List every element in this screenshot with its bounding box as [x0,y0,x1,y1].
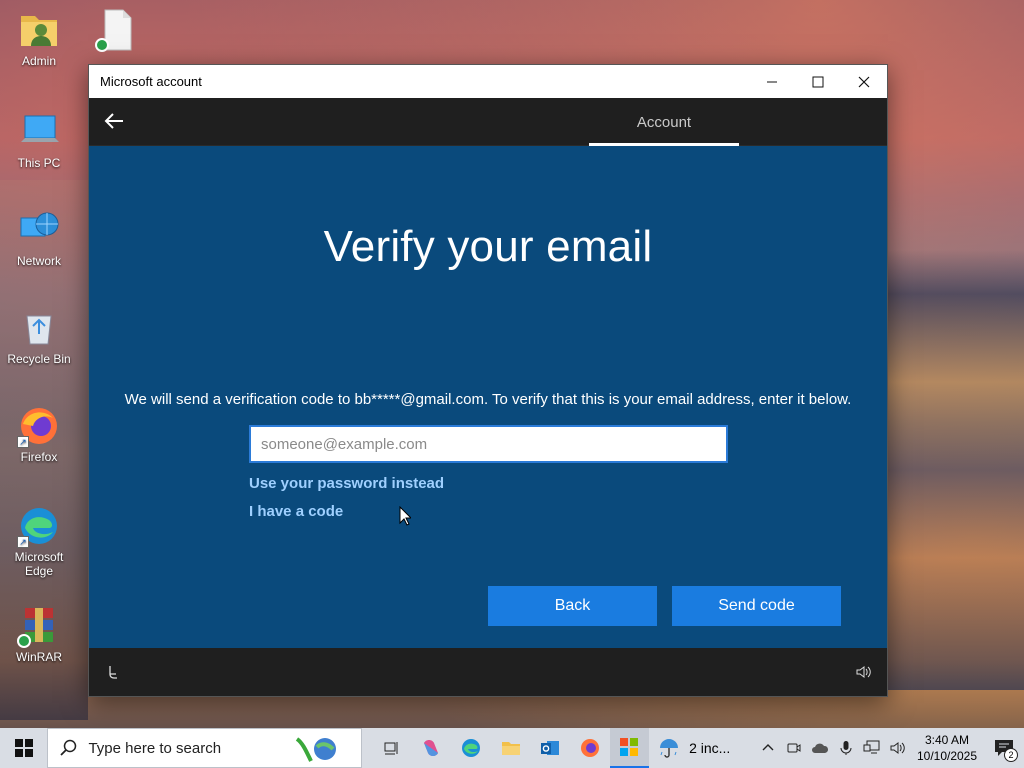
onedrive-button[interactable] [808,728,832,768]
copilot-icon [424,740,439,756]
system-tray: 3:40 AM 10/10/2025 2 [756,728,1024,768]
microphone-button[interactable] [834,728,858,768]
sync-check-icon [17,634,31,648]
maximize-icon [812,76,824,87]
send-code-button[interactable]: Send code [672,586,841,626]
desktop-icon-label: Firefox [20,450,58,464]
verification-description: We will send a verification code to bb**… [124,391,852,408]
notifications-button[interactable]: 2 [984,728,1024,768]
weather-text: 2 inc... [689,740,731,756]
back-button[interactable]: Back [488,586,657,626]
firefox-icon [580,739,599,757]
copilot-button[interactable] [412,728,452,768]
desktop-icon-label: Microsoft Edge [14,550,64,578]
accessibility-button[interactable] [105,664,121,685]
clock-date: 10/10/2025 [916,749,978,763]
microsoft-store-button[interactable] [609,728,650,768]
sync-check-icon [95,38,109,52]
desktop-icon-label: Network [16,254,61,268]
window-titlebar[interactable]: Microsoft account [89,65,887,98]
taskbar-search[interactable]: Type here to search [47,728,363,768]
window-controls [749,65,887,98]
desktop-icon-edge[interactable]: ↗ Microsoft Edge [0,504,78,578]
back-arrow-button[interactable] [103,110,125,132]
email-input[interactable] [249,425,728,463]
network-button[interactable] [860,728,884,768]
desktop-icon-recycle-bin[interactable]: Recycle Bin [0,306,78,366]
show-hidden-icons-button[interactable] [756,728,780,768]
page-title: Verify your email [323,222,653,271]
search-highlight-icon [295,737,337,762]
camera-icon [787,743,801,753]
close-icon [858,76,870,87]
recycle-bin-icon [17,306,61,350]
desktop-icon-label: This PC [17,156,61,170]
firefox-icon: ↗ [17,404,61,448]
desktop-icon-file[interactable] [78,8,156,54]
folder-icon [501,742,520,755]
speaker-icon [890,742,905,754]
window-navbar: Account [89,98,887,146]
shortcut-arrow-icon: ↗ [17,536,29,548]
speaker-icon [856,666,871,678]
meet-now-button[interactable] [782,728,806,768]
minimize-button[interactable] [749,65,795,98]
minimize-icon [767,81,777,82]
cloud-icon [812,743,829,753]
computer-icon [17,110,61,154]
desktop-icon-label: Admin [21,54,56,68]
task-view-button[interactable] [372,728,412,768]
close-button[interactable] [841,65,887,98]
taskbar: Type here to search 2 inc... 3:40 AM 10/… [0,728,1024,768]
windows-logo-icon [14,739,33,757]
task-view-icon [384,742,398,755]
shortcut-arrow-icon: ↗ [17,436,29,448]
desktop-icon-label: Recycle Bin [7,352,71,366]
desktop-icon-network[interactable]: Network [0,208,78,268]
microphone-icon [840,741,852,755]
search-placeholder: Type here to search [88,739,222,757]
outlook-icon [541,741,560,755]
chevron-up-icon [762,744,774,751]
window-bottombar [89,648,887,696]
weather-widget[interactable]: 2 inc... [657,736,756,760]
rain-umbrella-icon [660,739,679,758]
start-button[interactable] [0,728,47,768]
volume-tray-button[interactable] [886,728,910,768]
desktop-icon-this-pc[interactable]: This PC [0,110,78,170]
maximize-button[interactable] [795,65,841,98]
clock-time: 3:40 AM [924,733,970,747]
have-code-link[interactable]: I have a code [249,503,343,520]
edge-icon [462,739,481,757]
outlook-button[interactable] [530,728,570,768]
network-monitor-icon [863,740,880,754]
desktop-icon-firefox[interactable]: ↗ Firefox [0,404,78,464]
taskbar-clock[interactable]: 3:40 AM 10/10/2025 [912,732,982,764]
ease-of-access-icon [109,666,117,679]
verify-email-panel: Verify your email We will send a verific… [89,146,887,649]
document-icon [95,8,139,52]
firefox-taskbar-button[interactable] [570,728,610,768]
desktop-icon-label: WinRAR [15,650,62,664]
arrow-left-icon [104,113,123,129]
winrar-icon [17,604,61,648]
microsoft-account-window: Microsoft account Account Verify your em… [88,64,888,697]
use-password-link[interactable]: Use your password instead [249,475,444,492]
window-title: Microsoft account [100,74,202,89]
wallpaper-right [888,250,1024,690]
edge-icon: ↗ [17,504,61,548]
user-folder-icon [17,8,61,52]
search-icon [60,739,77,756]
mouse-cursor-icon [399,506,411,526]
file-explorer-button[interactable] [491,728,531,768]
network-globe-icon [17,208,61,252]
desktop-icon-winrar[interactable]: WinRAR [0,604,78,664]
notification-count: 2 [1004,748,1018,762]
tab-account[interactable]: Account [589,98,739,146]
edge-taskbar-button[interactable] [451,728,491,768]
windows-color-icon [620,738,639,756]
desktop-icon-admin[interactable]: Admin [0,8,78,68]
volume-button[interactable] [855,664,871,685]
